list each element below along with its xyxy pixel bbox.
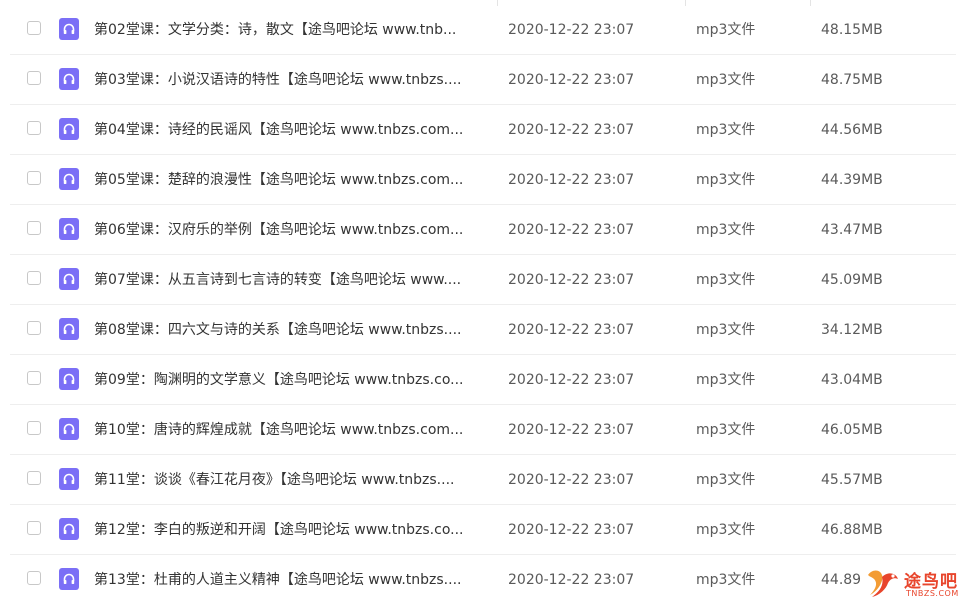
audio-file-icon xyxy=(59,468,79,490)
file-name[interactable]: 第02堂课：文学分类：诗，散文【途鸟吧论坛 www.tnb... xyxy=(94,5,486,55)
file-modified-date: 2020-12-22 23:07 xyxy=(508,22,635,38)
row-checkbox[interactable] xyxy=(27,221,41,235)
audio-file-icon xyxy=(59,18,79,40)
file-name[interactable]: 第06堂课：汉府乐的举例【途鸟吧论坛 www.tnbzs.com... xyxy=(94,205,486,255)
file-size: 45.09MB xyxy=(821,272,883,288)
file-name[interactable]: 第04堂课：诗经的民谣风【途鸟吧论坛 www.tnbzs.com... xyxy=(94,105,486,155)
file-size: 43.04MB xyxy=(821,372,883,388)
row-checkbox[interactable] xyxy=(27,71,41,85)
file-row[interactable]: 第02堂课：文学分类：诗，散文【途鸟吧论坛 www.tnb... 2020-12-… xyxy=(10,5,956,55)
audio-file-icon xyxy=(59,268,79,290)
row-checkbox[interactable] xyxy=(27,271,41,285)
file-modified-date: 2020-12-22 23:07 xyxy=(508,222,635,238)
watermark: 途鸟吧 TNBZS.COM xyxy=(862,563,962,603)
file-modified-date: 2020-12-22 23:07 xyxy=(508,422,635,438)
file-type: mp3文件 xyxy=(696,522,756,538)
audio-file-icon xyxy=(59,218,79,240)
row-checkbox[interactable] xyxy=(27,421,41,435)
file-modified-date: 2020-12-22 23:07 xyxy=(508,272,635,288)
file-row[interactable]: 第04堂课：诗经的民谣风【途鸟吧论坛 www.tnbzs.com... 2020-… xyxy=(10,105,956,155)
file-modified-date: 2020-12-22 23:07 xyxy=(508,472,635,488)
file-row[interactable]: 第06堂课：汉府乐的举例【途鸟吧论坛 www.tnbzs.com... 2020-… xyxy=(10,205,956,255)
file-modified-date: 2020-12-22 23:07 xyxy=(508,322,635,338)
file-name[interactable]: 第09堂：陶渊明的文学意义【途鸟吧论坛 www.tnbzs.co... xyxy=(94,355,486,405)
file-name[interactable]: 第05堂课：楚辞的浪漫性【途鸟吧论坛 www.tnbzs.com... xyxy=(94,155,486,205)
row-checkbox[interactable] xyxy=(27,171,41,185)
file-name[interactable]: 第10堂：唐诗的辉煌成就【途鸟吧论坛 www.tnbzs.com... xyxy=(94,405,486,455)
file-row[interactable]: 第11堂：谈谈《春江花月夜》【途鸟吧论坛 www.tnbzs.... 2020-1… xyxy=(10,455,956,505)
audio-file-icon xyxy=(59,418,79,440)
file-row[interactable]: 第07堂课：从五言诗到七言诗的转变【途鸟吧论坛 www.... 2020-12-2… xyxy=(10,255,956,305)
file-name[interactable]: 第12堂：李白的叛逆和开阔【途鸟吧论坛 www.tnbzs.co... xyxy=(94,505,486,555)
file-type: mp3文件 xyxy=(696,272,756,288)
row-checkbox[interactable] xyxy=(27,521,41,535)
file-modified-date: 2020-12-22 23:07 xyxy=(508,172,635,188)
file-modified-date: 2020-12-22 23:07 xyxy=(508,522,635,538)
audio-file-icon xyxy=(59,568,79,590)
row-checkbox[interactable] xyxy=(27,121,41,135)
row-checkbox[interactable] xyxy=(27,371,41,385)
row-checkbox[interactable] xyxy=(27,571,41,585)
file-size: 44.56MB xyxy=(821,122,883,138)
file-modified-date: 2020-12-22 23:07 xyxy=(508,372,635,388)
file-type: mp3文件 xyxy=(696,422,756,438)
file-type: mp3文件 xyxy=(696,72,756,88)
audio-file-icon xyxy=(59,368,79,390)
file-size: 46.88MB xyxy=(821,522,883,538)
file-type: mp3文件 xyxy=(696,22,756,38)
file-name[interactable]: 第03堂课：小说汉语诗的特性【途鸟吧论坛 www.tnbzs.... xyxy=(94,55,486,105)
file-row[interactable]: 第13堂：杜甫的人道主义精神【途鸟吧论坛 www.tnbzs.... 2020-1… xyxy=(10,555,956,604)
row-checkbox[interactable] xyxy=(27,471,41,485)
file-name[interactable]: 第08堂课：四六文与诗的关系【途鸟吧论坛 www.tnbzs.... xyxy=(94,305,486,355)
file-size: 48.75MB xyxy=(821,72,883,88)
file-name[interactable]: 第13堂：杜甫的人道主义精神【途鸟吧论坛 www.tnbzs.... xyxy=(94,555,486,604)
file-type: mp3文件 xyxy=(696,372,756,388)
file-type: mp3文件 xyxy=(696,172,756,188)
audio-file-icon xyxy=(59,168,79,190)
file-row[interactable]: 第03堂课：小说汉语诗的特性【途鸟吧论坛 www.tnbzs.... 2020-1… xyxy=(10,55,956,105)
audio-file-icon xyxy=(59,518,79,540)
file-size: 44.89 xyxy=(821,572,862,588)
file-size: 46.05MB xyxy=(821,422,883,438)
file-type: mp3文件 xyxy=(696,572,756,588)
file-size: 43.47MB xyxy=(821,222,883,238)
file-name[interactable]: 第07堂课：从五言诗到七言诗的转变【途鸟吧论坛 www.... xyxy=(94,255,486,305)
file-modified-date: 2020-12-22 23:07 xyxy=(508,72,635,88)
audio-file-icon xyxy=(59,68,79,90)
file-modified-date: 2020-12-22 23:07 xyxy=(508,572,635,588)
file-modified-date: 2020-12-22 23:07 xyxy=(508,122,635,138)
file-type: mp3文件 xyxy=(696,322,756,338)
file-size: 48.15MB xyxy=(821,22,883,38)
watermark-domain: TNBZS.COM xyxy=(906,589,959,598)
bird-logo-icon xyxy=(868,570,898,597)
file-type: mp3文件 xyxy=(696,122,756,138)
row-checkbox[interactable] xyxy=(27,321,41,335)
file-row[interactable]: 第05堂课：楚辞的浪漫性【途鸟吧论坛 www.tnbzs.com... 2020-… xyxy=(10,155,956,205)
file-row[interactable]: 第08堂课：四六文与诗的关系【途鸟吧论坛 www.tnbzs.... 2020-1… xyxy=(10,305,956,355)
file-row[interactable]: 第12堂：李白的叛逆和开阔【途鸟吧论坛 www.tnbzs.co... 2020-… xyxy=(10,505,956,555)
audio-file-icon xyxy=(59,118,79,140)
file-type: mp3文件 xyxy=(696,222,756,238)
file-row[interactable]: 第09堂：陶渊明的文学意义【途鸟吧论坛 www.tnbzs.co... 2020-… xyxy=(10,355,956,405)
file-size: 34.12MB xyxy=(821,322,883,338)
file-row[interactable]: 第10堂：唐诗的辉煌成就【途鸟吧论坛 www.tnbzs.com... 2020-… xyxy=(10,405,956,455)
audio-file-icon xyxy=(59,318,79,340)
file-type: mp3文件 xyxy=(696,472,756,488)
file-size: 45.57MB xyxy=(821,472,883,488)
file-list: 第02堂课：文学分类：诗，散文【途鸟吧论坛 www.tnb... 2020-12-… xyxy=(0,0,966,604)
file-size: 44.39MB xyxy=(821,172,883,188)
row-checkbox[interactable] xyxy=(27,21,41,35)
file-name[interactable]: 第11堂：谈谈《春江花月夜》【途鸟吧论坛 www.tnbzs.... xyxy=(94,455,486,505)
